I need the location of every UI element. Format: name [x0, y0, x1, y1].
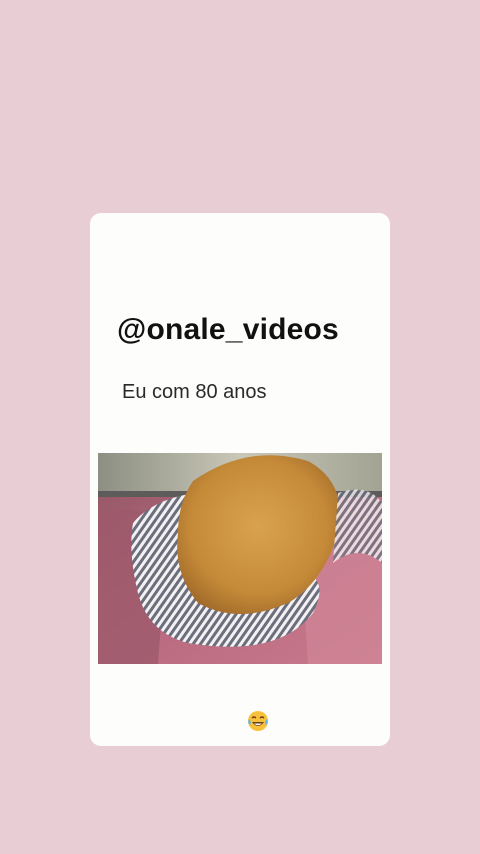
video-player[interactable]	[98, 453, 382, 664]
video-frame	[98, 453, 382, 664]
caption-text: Eu com 80 anos	[122, 381, 267, 403]
post-card: @onale_videos Eu com 80 anos	[90, 213, 390, 746]
laughing-tears-emoji-icon	[248, 711, 268, 731]
username-label[interactable]: @onale_videos	[117, 313, 339, 347]
